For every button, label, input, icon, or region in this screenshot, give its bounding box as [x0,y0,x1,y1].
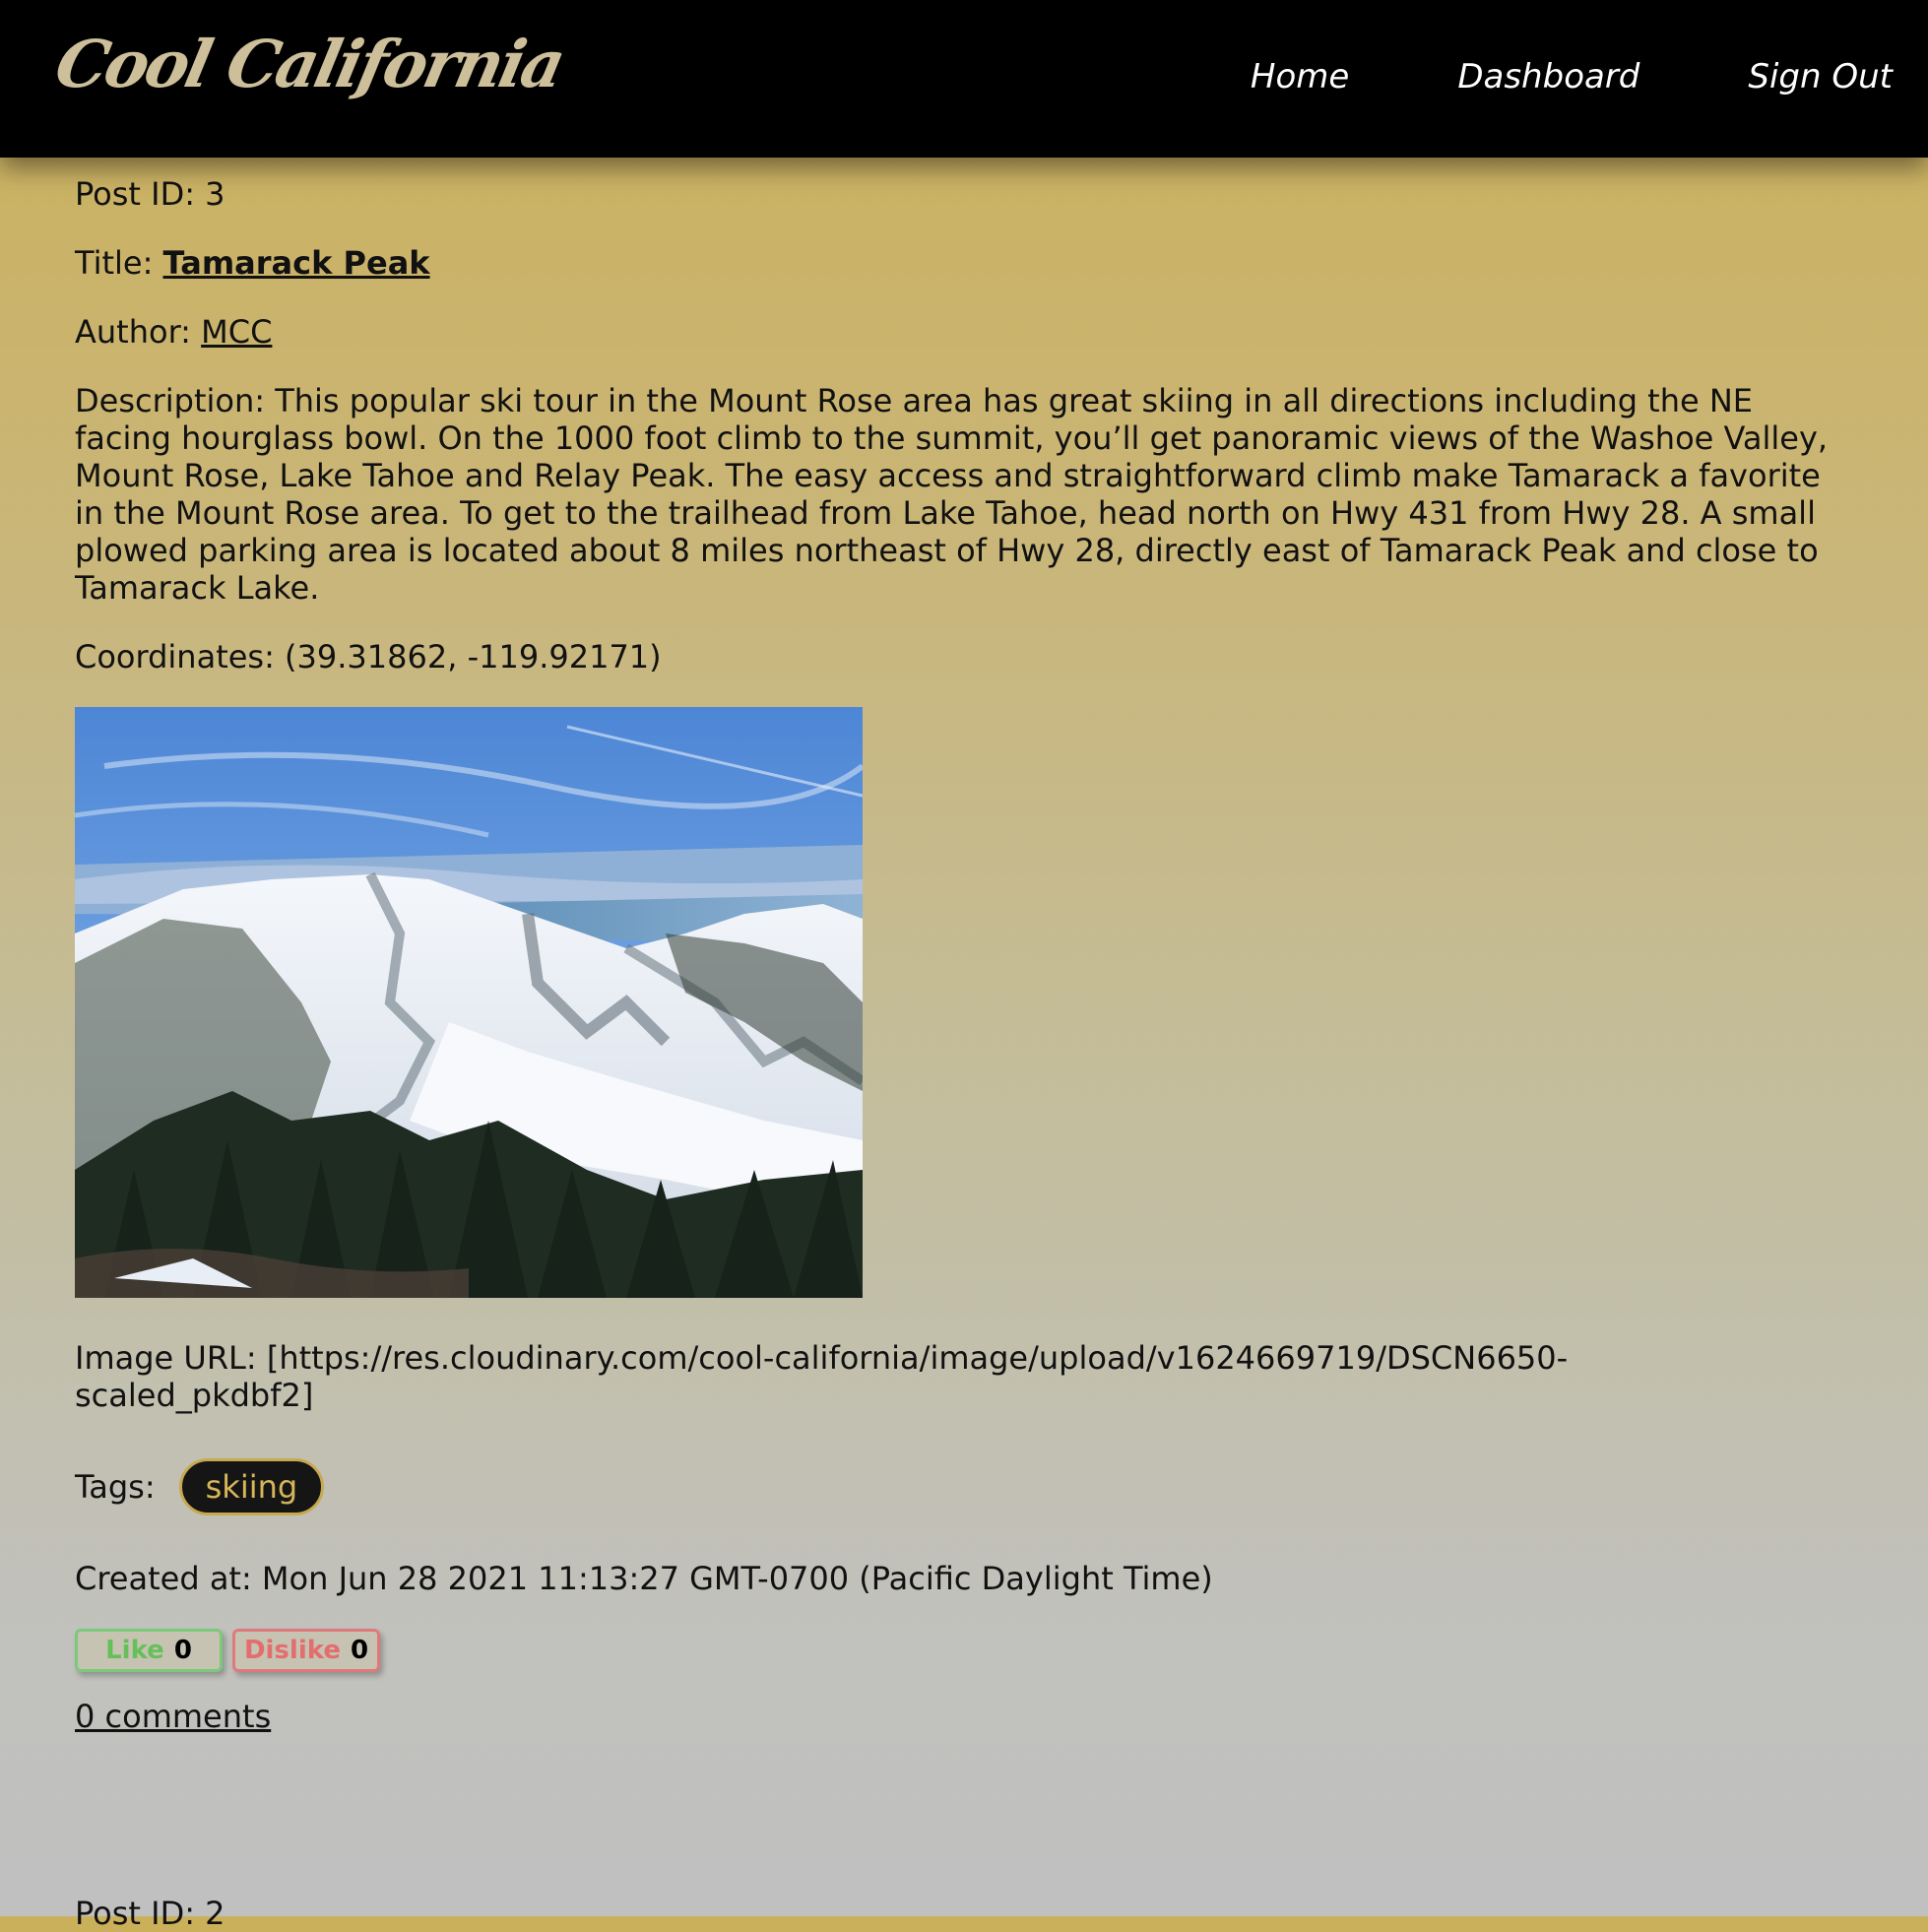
post-title-link[interactable]: Tamarack Peak [163,244,430,282]
post-coordinates-label: Coordinates: [75,638,275,676]
post-id-value: 3 [205,175,225,213]
like-count: 0 [173,1636,192,1665]
post-image-url-row: Image URL: [https://res.cloudinary.com/c… [75,1339,1749,1414]
post-created-value: Mon Jun 28 2021 11:13:27 GMT-0700 (Pacif… [261,1560,1213,1597]
post-description-row: Description: This popular ski tour in th… [75,382,1857,607]
nav-home-link[interactable]: Home [1251,57,1349,97]
post-author-link[interactable]: MCC [201,313,272,351]
post-author-row: Author: MCC [75,313,1857,351]
nav-dashboard-link[interactable]: Dashboard [1457,57,1639,97]
nav-sign-out-link[interactable]: Sign Out [1748,57,1893,97]
post-id-label: Post ID: [75,175,195,213]
mountain-photo-illustration [75,707,863,1298]
post-description-label: Description: [75,382,266,419]
like-label: Like [105,1636,164,1665]
next-post-id-label: Post ID: [75,1895,195,1932]
post-tags-row: Tags: skiing [75,1457,1857,1516]
nav-links: Home Dashboard Sign Out [1251,57,1893,97]
tag-pill-skiing[interactable]: skiing [178,1458,325,1515]
like-button[interactable]: Like 0 [75,1629,223,1672]
post-tags-label: Tags: [75,1468,156,1506]
comments-row: 0 comments [75,1698,1857,1735]
dislike-count: 0 [350,1636,369,1665]
post-content: Post ID: 3 Title: Tamarack Peak Author: … [75,158,1857,1735]
dislike-label: Dislike [243,1636,341,1665]
post-author-label: Author: [75,313,191,351]
comments-link[interactable]: 0 comments [75,1698,271,1735]
post-coordinates-row: Coordinates: (39.31862, -119.92171) [75,638,1857,676]
vote-buttons: Like 0 Dislike 0 [75,1629,1857,1672]
next-post-id-value: 2 [205,1895,225,1932]
navbar: Cool California Home Dashboard Sign Out [0,0,1928,158]
post-created-label: Created at: [75,1560,252,1597]
next-post-id-row: Post ID: 2 [75,1895,225,1932]
brand-logo[interactable]: Cool California [49,26,570,102]
post-photo [75,707,863,1298]
post-title-row: Title: Tamarack Peak [75,244,1857,282]
post-coordinates-value: (39.31862, -119.92171) [285,638,662,676]
post-image-url-value: [https://res.cloudinary.com/cool-califor… [75,1339,1569,1414]
post-title-label: Title: [75,244,154,282]
post-image-url-label: Image URL: [75,1339,257,1377]
post-description-text: This popular ski tour in the Mount Rose … [75,382,1829,607]
post-id-row: Post ID: 3 [75,175,1857,213]
dislike-button[interactable]: Dislike 0 [232,1629,380,1672]
post-created-row: Created at: Mon Jun 28 2021 11:13:27 GMT… [75,1560,1857,1597]
